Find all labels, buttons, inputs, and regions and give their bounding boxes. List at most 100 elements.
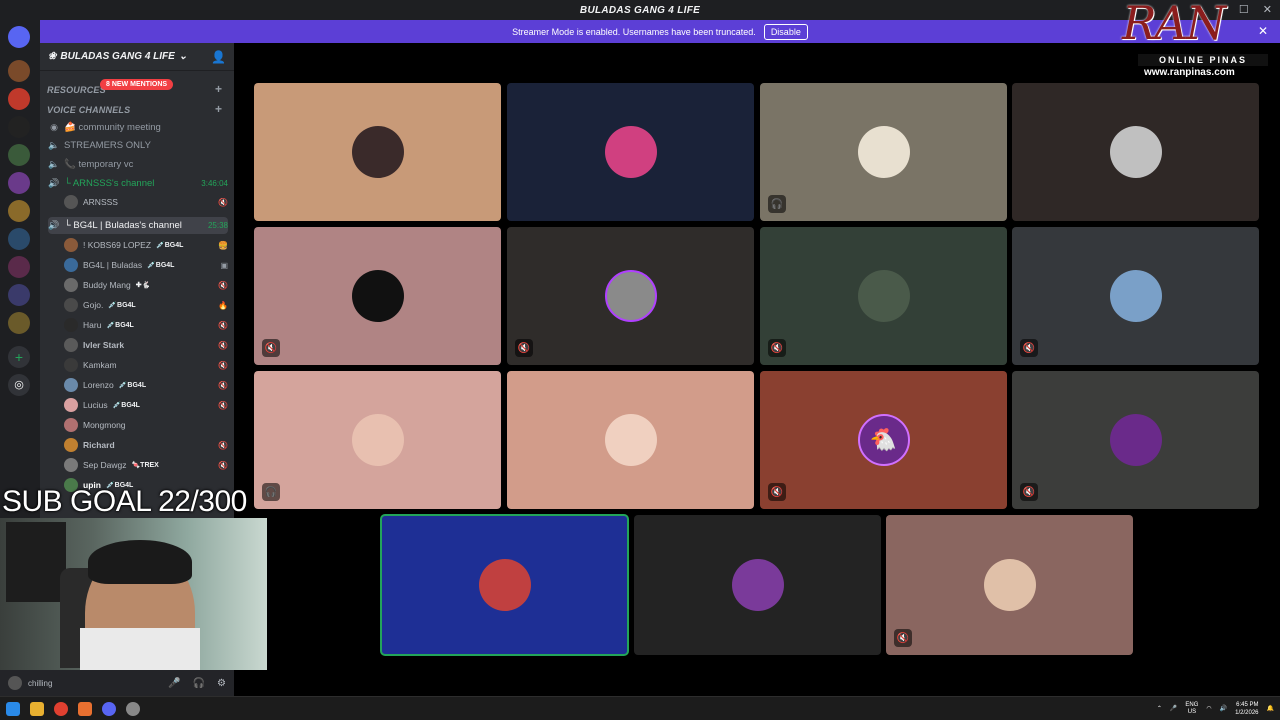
microphone-icon[interactable]: 🎤 <box>1170 705 1177 712</box>
clock[interactable]: 6:45 PM 1/2/2026 <box>1235 701 1258 717</box>
voice-channel-buladas[interactable]: 🔊 └ BG4L | Buladas's channel 25:38 <box>48 217 228 234</box>
status-icon: ▣ <box>220 260 228 270</box>
voice-user[interactable]: Gojo. 💉BG4L 🔥 <box>64 296 228 314</box>
deafened-icon: 🎧 <box>768 195 786 213</box>
server-icon[interactable] <box>8 256 30 278</box>
headphones-icon[interactable]: 🎧 <box>193 678 205 689</box>
avatar <box>351 126 404 178</box>
discord-icon[interactable] <box>102 701 116 716</box>
voice-user[interactable]: Lucius 💉BG4L 🔇 <box>64 396 228 414</box>
muted-icon: 🔇 <box>1020 483 1038 501</box>
channel-timer: 25:38 <box>207 221 228 230</box>
avatar <box>1109 126 1162 178</box>
add-channel-icon[interactable]: + <box>215 82 222 96</box>
participant-tile[interactable] <box>254 83 501 221</box>
discord-home-icon[interactable] <box>8 26 30 48</box>
participant-tile[interactable]: 🔇 <box>254 227 501 365</box>
voice-user[interactable]: ARNSSS 🔇 <box>64 193 228 211</box>
new-mentions-badge[interactable]: 8 NEW MENTIONS <box>100 79 174 90</box>
invite-icon[interactable]: 👤 <box>211 50 226 64</box>
microphone-icon[interactable]: 🎤 <box>168 678 180 689</box>
muted-icon: 🔇 <box>894 629 912 647</box>
participant-tile[interactable] <box>634 515 881 655</box>
voice-user[interactable]: ! KOBS69 LOPEZ 💉BG4L 🍔 <box>64 236 228 254</box>
chevron-up-icon[interactable]: ⌃ <box>1157 705 1162 712</box>
streamer-mode-banner: Streamer Mode is enabled. Usernames have… <box>40 20 1280 43</box>
muted-icon: 🔇 <box>218 320 228 330</box>
avatar <box>64 398 78 412</box>
voice-user[interactable]: Lorenzo 💉BG4L 🔇 <box>64 376 228 394</box>
participant-tile-speaking[interactable] <box>380 514 629 656</box>
voice-user[interactable]: Mongmong <box>64 416 228 434</box>
participant-tile[interactable] <box>507 83 754 221</box>
server-icon[interactable] <box>8 60 30 82</box>
discover-icon[interactable]: ◎ <box>8 374 30 396</box>
server-icon[interactable] <box>8 88 30 110</box>
avatar <box>64 378 78 392</box>
voice-user[interactable]: Kamkam 🔇 <box>64 356 228 374</box>
voice-active-icon: 🔊 <box>48 220 60 230</box>
avatar <box>64 338 78 352</box>
voice-user[interactable]: Ivler Stark 🔇 <box>64 336 228 354</box>
language-indicator[interactable]: ENG US <box>1185 702 1198 716</box>
add-server-icon[interactable]: + <box>8 346 30 368</box>
category-resources[interactable]: RESOURCES + <box>47 82 222 96</box>
avatar[interactable] <box>8 676 22 690</box>
participant-tile[interactable]: 🎧 <box>760 83 1007 221</box>
voice-channel[interactable]: 🔈 📞 temporary vc <box>48 156 228 173</box>
avatar <box>1109 414 1162 466</box>
file-explorer-icon[interactable] <box>30 701 44 716</box>
disable-button[interactable]: Disable <box>763 23 808 40</box>
participant-tile[interactable]: 🔇 <box>507 227 754 365</box>
avatar <box>64 358 78 372</box>
category-voice-channels[interactable]: VOICE CHANNELS + <box>47 102 222 116</box>
avatar <box>64 278 78 292</box>
wifi-icon[interactable]: ◠ <box>1206 705 1211 712</box>
server-icon[interactable] <box>8 312 30 334</box>
gear-icon[interactable]: ⚙ <box>217 678 226 689</box>
voice-user[interactable]: Richard 🔇 <box>64 436 228 454</box>
window-title: BULADAS GANG 4 LIFE <box>579 4 701 16</box>
participant-tile[interactable]: 🔇 <box>1012 371 1259 509</box>
notification-icon[interactable]: 🔔 <box>1267 705 1274 712</box>
voice-channel-arnsss[interactable]: 🔊 └ ARNSSS's channel 3:46:04 <box>48 175 228 192</box>
server-flower-icon: ❀ <box>48 51 57 62</box>
avatar <box>351 414 404 466</box>
participant-tile[interactable]: 🔇 <box>886 515 1133 655</box>
voice-user[interactable]: Haru 💉BG4L 🔇 <box>64 316 228 334</box>
muted-icon: 🔇 <box>768 483 786 501</box>
avatar <box>64 258 78 272</box>
windows-start-icon[interactable] <box>6 701 20 716</box>
server-icon[interactable] <box>8 144 30 166</box>
voice-user[interactable]: Sep Dawgz 🍬TREX 🔇 <box>64 456 228 474</box>
server-icon[interactable] <box>8 228 30 250</box>
participant-tile[interactable]: 🎧 <box>254 371 501 509</box>
participant-tile[interactable]: 🐔 🔇 <box>760 371 1007 509</box>
participant-tile[interactable]: 🔇 <box>760 227 1007 365</box>
speaker-icon: 🔈 <box>48 159 60 169</box>
voice-channel[interactable]: 🔈 STREAMERS ONLY <box>48 137 228 154</box>
voice-user[interactable]: BG4L | Buladas 💉BG4L ▣ <box>64 256 228 274</box>
participant-tile[interactable]: 🔇 <box>1012 227 1259 365</box>
muted-icon: 🔇 <box>262 339 280 357</box>
volume-icon[interactable]: 🔊 <box>1220 705 1227 712</box>
add-channel-icon[interactable]: + <box>215 102 222 116</box>
voice-channel[interactable]: ◉ 🍰 community meeting <box>48 119 228 136</box>
voice-user[interactable]: Buddy Mang ✚🐇 🔇 <box>64 276 228 294</box>
participant-tile[interactable] <box>507 371 754 509</box>
muted-icon: 🔇 <box>768 339 786 357</box>
server-icon[interactable] <box>8 284 30 306</box>
obs-icon[interactable] <box>126 701 140 716</box>
chrome-icon[interactable] <box>54 701 68 716</box>
server-header[interactable]: ❀ BULADAS GANG 4 LIFE ⌄ 👤 <box>40 43 234 71</box>
banner-text: Streamer Mode is enabled. Usernames have… <box>512 26 756 37</box>
participant-tile[interactable] <box>1012 83 1259 221</box>
avatar <box>64 438 78 452</box>
server-icon[interactable] <box>8 200 30 222</box>
streamer-webcam <box>0 518 267 670</box>
app-icon[interactable] <box>78 701 92 716</box>
voice-call-grid: 🎧 🔇 🔇 🔇 🔇 🎧 🐔 🔇 🔇 🔇 <box>234 43 1280 696</box>
server-icon[interactable] <box>8 172 30 194</box>
server-icon[interactable] <box>8 116 30 138</box>
avatar <box>857 126 910 178</box>
